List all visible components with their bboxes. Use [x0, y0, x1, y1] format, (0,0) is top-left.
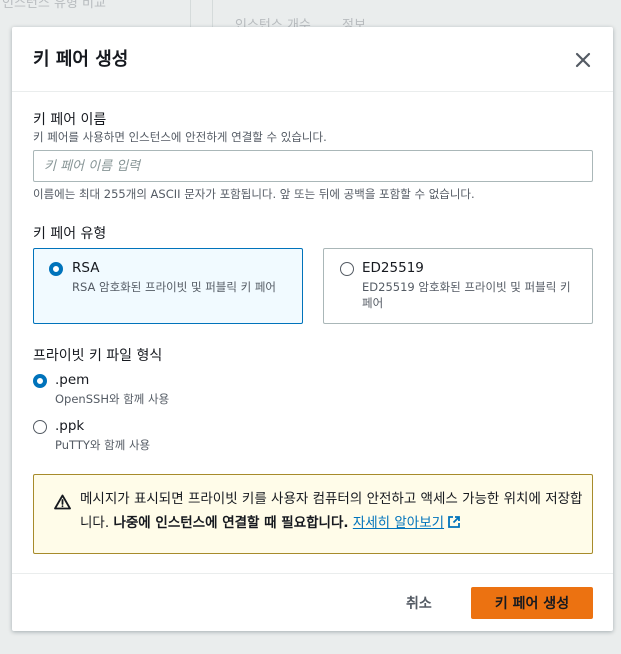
ed25519-radio[interactable] [340, 262, 354, 276]
ed25519-description: ED25519 암호화된 프라이빗 및 퍼블릭 키 페어 [362, 280, 571, 310]
pem-title[interactable]: .pem [55, 372, 89, 388]
create-key-pair-modal: 키 페어 생성 키 페어 이름 키 페어를 사용하면 인스턴스에 안전하게 연결… [12, 27, 613, 631]
warning-alert: 메시지가 표시되면 프라이빗 키를 사용자 컴퓨터의 안전하고 액세스 가능한 … [33, 474, 593, 554]
key-pair-name-constraint: 이름에는 최대 255개의 ASCII 문자가 포함됩니다. 앞 또는 뒤에 공… [33, 187, 475, 201]
learn-more-link[interactable]: 자세히 알아보기 [353, 515, 461, 531]
key-pair-name-description: 키 페어를 사용하면 인스턴스에 안전하게 연결할 수 있습니다. [33, 130, 327, 144]
ppk-radio[interactable] [33, 420, 47, 434]
rsa-radio[interactable] [49, 262, 63, 276]
key-pair-name-input[interactable] [33, 150, 593, 182]
key-pair-type-label: 키 페어 유형 [33, 226, 107, 242]
pem-description: OpenSSH와 함께 사용 [55, 392, 170, 406]
background-text-instance-compare: 인스턴스 유형 비교 [2, 0, 106, 11]
learn-more-link-label[interactable]: 자세히 알아보기 [353, 515, 444, 531]
modal-title: 키 페어 생성 [33, 49, 129, 70]
ed25519-title: ED25519 [362, 260, 424, 276]
warning-icon [54, 494, 71, 510]
rsa-description: RSA 암호화된 프라이빗 및 퍼블릭 키 페어 [72, 280, 277, 294]
key-type-option-rsa[interactable]: RSA RSA 암호화된 프라이빗 및 퍼블릭 키 페어 [33, 248, 303, 324]
modal-footer: 취소 키 페어 생성 [12, 573, 613, 631]
external-link-icon[interactable] [447, 515, 461, 529]
warning-alert-text: 메시지가 표시되면 프라이빗 키를 사용자 컴퓨터의 안전하고 액세스 가능한 … [80, 487, 585, 535]
pem-radio[interactable] [33, 374, 47, 388]
close-icon[interactable] [572, 49, 594, 71]
modal-header: 키 페어 생성 [12, 27, 613, 92]
cancel-button[interactable]: 취소 [406, 593, 432, 613]
rsa-title: RSA [72, 260, 100, 276]
background-divider-2 [212, 0, 213, 30]
private-key-format-label: 프라이빗 키 파일 형식 [33, 348, 163, 364]
ppk-description: PuTTY와 함께 사용 [55, 438, 151, 452]
ppk-title[interactable]: .ppk [55, 418, 84, 434]
key-pair-name-label: 키 페어 이름 [33, 112, 107, 128]
key-type-option-ed25519[interactable]: ED25519 ED25519 암호화된 프라이빗 및 퍼블릭 키 페어 [323, 248, 593, 324]
warning-alert-bold-text: 나중에 인스턴스에 연결할 때 필요합니다. [113, 515, 349, 531]
create-key-pair-button[interactable]: 키 페어 생성 [471, 587, 593, 619]
